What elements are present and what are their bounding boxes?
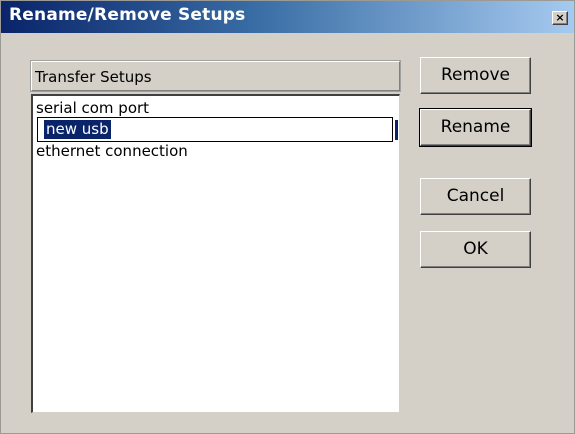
title-bar[interactable]: Rename/Remove Setups × bbox=[1, 1, 574, 33]
list-item-ethernet-connection[interactable]: ethernet connection bbox=[36, 142, 188, 160]
rename-edit-field[interactable]: new usb bbox=[37, 117, 398, 142]
dialog-title: Rename/Remove Setups bbox=[9, 5, 246, 25]
close-icon: × bbox=[555, 11, 565, 24]
rename-remove-setups-dialog: Rename/Remove Setups × Transfer Setups s… bbox=[0, 0, 575, 434]
remove-button[interactable]: Remove bbox=[420, 57, 531, 94]
transfer-setups-column-header[interactable]: Transfer Setups bbox=[30, 60, 401, 92]
rename-edit-selected-text: new usb bbox=[44, 120, 111, 139]
list-item-serial-com-port[interactable]: serial com port bbox=[36, 99, 149, 117]
ok-button[interactable]: OK bbox=[420, 231, 531, 268]
transfer-setups-list[interactable]: serial com port new usb ethernet connect… bbox=[31, 94, 400, 413]
close-button[interactable]: × bbox=[552, 11, 568, 25]
rename-button[interactable]: Rename bbox=[419, 108, 532, 147]
cancel-button[interactable]: Cancel bbox=[420, 178, 531, 215]
edit-focus-edge bbox=[395, 120, 398, 140]
column-header-label: Transfer Setups bbox=[35, 68, 152, 86]
